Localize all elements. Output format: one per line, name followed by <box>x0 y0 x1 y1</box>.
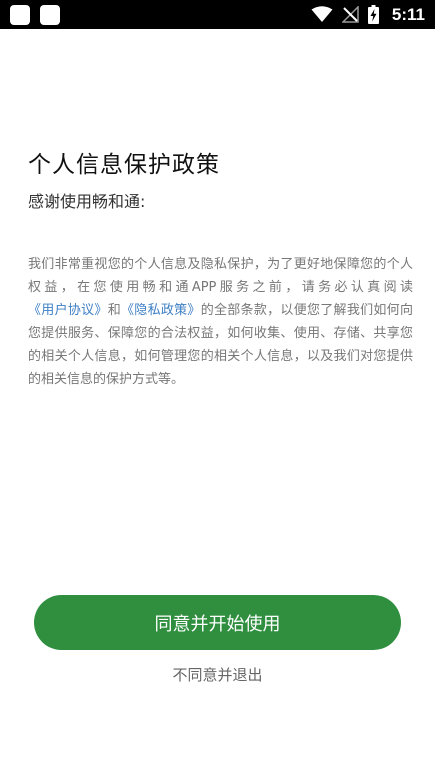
policy-text-part1: 我们非常重视您的个人信息及隐私保护，为了更好地保障您的个人权益，在您使用畅和通A… <box>28 257 413 295</box>
policy-description: 我们非常重视您的个人信息及隐私保护，为了更好地保障您的个人权益，在您使用畅和通A… <box>28 253 413 391</box>
notification-square-icon <box>10 5 30 25</box>
user-agreement-link[interactable]: 《用户协议》 <box>28 303 108 318</box>
notification-square-icon <box>40 5 60 25</box>
no-signal-icon <box>341 6 359 23</box>
status-time: 5:11 <box>391 4 425 24</box>
greeting-text: 感谢使用畅和通: <box>28 192 146 211</box>
agree-button[interactable]: 同意并开始使用 <box>34 595 401 650</box>
privacy-policy-link[interactable]: 《隐私政策》 <box>121 303 201 318</box>
policy-conjunction: 和 <box>107 303 121 318</box>
status-bar-right: 5:11 <box>311 0 425 29</box>
status-bar: 5:11 <box>0 0 435 29</box>
disagree-exit-button[interactable]: 不同意并退出 <box>0 664 435 685</box>
dialog-title: 个人信息保护政策 <box>28 152 220 178</box>
battery-charging-icon <box>367 5 379 24</box>
wifi-icon <box>311 6 333 22</box>
